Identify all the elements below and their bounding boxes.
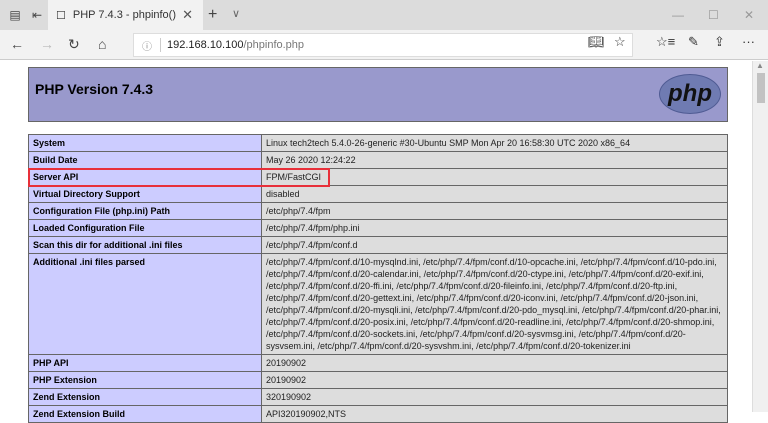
row-value: 320190902 — [261, 388, 728, 406]
row-value: /etc/php/7.4/fpm/conf.d/10-mysqlnd.ini, … — [261, 253, 728, 355]
pen-icon[interactable]: ✎ — [688, 34, 699, 50]
home-icon[interactable]: ⌂ — [98, 36, 106, 52]
url-path: /phpinfo.php — [243, 39, 305, 51]
window-close-icon[interactable]: ✕ — [744, 8, 754, 22]
divider — [160, 38, 161, 52]
row-label: Zend Extension Build — [28, 405, 262, 423]
plus-icon[interactable]: + — [208, 6, 217, 24]
highlight-box — [28, 168, 330, 187]
php-logo[interactable]: php — [659, 74, 721, 114]
row-label: System — [28, 134, 262, 152]
table-row: Loaded Configuration File/etc/php/7.4/fp… — [28, 219, 728, 237]
table-row: Zend Extension Build API320190902,NTS — [28, 405, 728, 423]
address-bar: ← → ↻ ⌂ ⓘ 192.168.10.100/phpinfo.php 📖︎ … — [0, 30, 768, 60]
table-row: Configuration File (php.ini) Path/etc/ph… — [28, 202, 728, 220]
info-icon[interactable]: ⓘ — [142, 38, 152, 53]
back-icon[interactable]: ← — [10, 36, 24, 52]
row-value: Linux tech2tech 5.4.0-26-generic #30-Ubu… — [261, 134, 728, 152]
row-value: API320190902,NTS — [261, 405, 728, 423]
row-label: Zend Extension — [28, 388, 262, 406]
row-label: Virtual Directory Support — [28, 185, 262, 203]
close-icon[interactable]: ✕ — [182, 7, 193, 23]
php-header: PHP Version 7.4.3 php — [28, 67, 728, 122]
page-icon: ☐ — [56, 9, 66, 22]
forward-icon[interactable]: → — [40, 36, 54, 52]
table-row: Scan this dir for additional .ini files /… — [28, 236, 728, 254]
tab-set-aside-icon[interactable]: ▤ — [4, 8, 26, 22]
browser-tab[interactable]: ☐ PHP 7.4.3 - phpinfo() ✕ — [48, 0, 203, 30]
row-label: Build Date — [28, 151, 262, 169]
page-title: PHP Version 7.4.3 — [35, 81, 154, 97]
table-row: PHP API 20190902 — [28, 354, 728, 372]
more-icon[interactable]: ··· — [742, 34, 755, 49]
row-label: PHP Extension — [28, 371, 262, 389]
table-row: Additional .ini files parsed/etc/php/7.4… — [28, 253, 728, 355]
row-label: PHP API — [28, 354, 262, 372]
row-label: Loaded Configuration File — [28, 219, 262, 237]
tab-bar: ▤ ⇤ ☐ PHP 7.4.3 - phpinfo() ✕ + ∨ — ☐ ✕ — [0, 0, 768, 30]
scroll-up-icon[interactable]: ▲ — [756, 61, 764, 70]
table-row: Zend Extension 320190902 — [28, 388, 728, 406]
table-row: Build Date May 26 2020 12:24:22 — [28, 151, 728, 169]
tab-title: PHP 7.4.3 - phpinfo() — [72, 9, 177, 21]
row-label: Additional .ini files parsed — [28, 253, 262, 355]
table-row: Virtual Directory Support disabled — [28, 185, 728, 203]
url-input[interactable]: ⓘ 192.168.10.100/phpinfo.php — [133, 33, 633, 57]
row-label: Scan this dir for additional .ini files — [28, 236, 262, 254]
row-value: /etc/php/7.4/fpm — [261, 202, 728, 220]
table-row: System Linux tech2tech 5.4.0-26-generic #… — [28, 134, 728, 152]
minimize-icon[interactable]: — — [672, 8, 684, 22]
favorites-icon[interactable]: ☆≡ — [656, 34, 675, 50]
url-host: 192.168.10.100 — [167, 39, 244, 51]
row-value: 20190902 — [261, 371, 728, 389]
reading-view-icon[interactable]: 📖︎ — [588, 34, 605, 50]
row-value: disabled — [261, 185, 728, 203]
tab-preview-icon[interactable]: ⇤ — [26, 8, 48, 22]
row-value: May 26 2020 12:24:22 — [261, 151, 728, 169]
refresh-icon[interactable]: ↻ — [68, 36, 80, 53]
maximize-icon[interactable]: ☐ — [708, 8, 719, 22]
row-value: /etc/php/7.4/fpm/php.ini — [261, 219, 728, 237]
share-icon[interactable]: ⇪ — [714, 34, 725, 50]
row-value: FPM/FastCGI — [261, 168, 728, 186]
table-row: PHP Extension 20190902 — [28, 371, 728, 389]
scrollbar[interactable]: ▲ — [752, 61, 768, 412]
row-label: Configuration File (php.ini) Path — [28, 202, 262, 220]
scrollbar-thumb[interactable] — [757, 73, 765, 103]
chevron-down-icon[interactable]: ∨ — [232, 7, 240, 20]
row-value: 20190902 — [261, 354, 728, 372]
row-value: /etc/php/7.4/fpm/conf.d — [261, 236, 728, 254]
star-icon[interactable]: ☆ — [614, 34, 626, 50]
